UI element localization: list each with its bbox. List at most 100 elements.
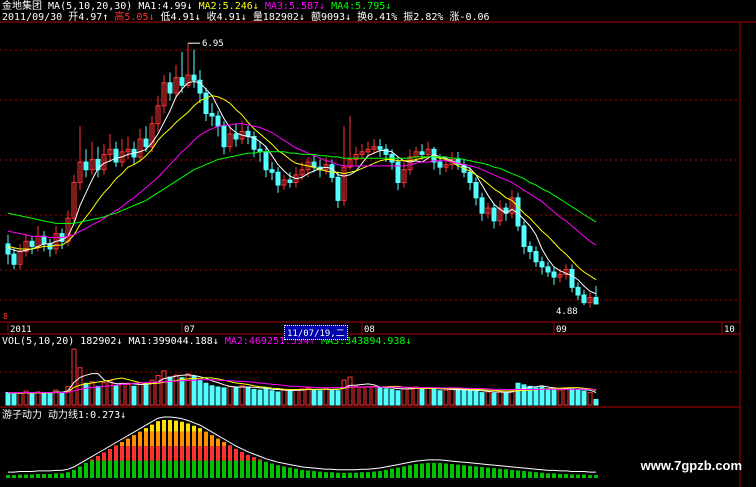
volume-bar xyxy=(329,389,335,406)
volume-bar xyxy=(107,380,113,406)
quote-turnover: 换0.41% xyxy=(357,12,398,23)
indicator-bar xyxy=(576,474,580,478)
indicator-bar xyxy=(114,460,118,478)
volume-bar xyxy=(407,387,413,406)
indicator-bar xyxy=(96,455,100,461)
indicator-bar xyxy=(252,460,256,478)
indicator-bar xyxy=(144,460,148,478)
x-tick-label: 09 xyxy=(556,325,567,335)
indicator-bar xyxy=(114,445,118,447)
indicator-bar xyxy=(498,468,502,478)
volume-bar xyxy=(275,391,281,406)
candle-body xyxy=(215,115,221,127)
ma1-value: MA1:4.99↓ xyxy=(138,1,193,12)
volume-bar xyxy=(131,385,137,406)
indicator-bar xyxy=(102,452,106,461)
indicator-bar xyxy=(408,465,412,478)
volume-bar xyxy=(293,388,299,406)
indicator-bar xyxy=(168,420,172,432)
indicator-bar xyxy=(204,460,208,478)
selected-date-label[interactable]: 11/07/19,二 xyxy=(284,325,348,340)
volume-bar xyxy=(365,386,371,406)
candle-body xyxy=(329,164,335,178)
indicator-bar xyxy=(138,446,142,461)
indicator-bar xyxy=(108,460,112,478)
indicator-bar xyxy=(162,446,166,461)
volume-bar xyxy=(269,390,275,406)
volume-bar xyxy=(161,370,167,406)
ma2-value: MA2:5.246↓ xyxy=(198,1,259,12)
indicator-bar xyxy=(240,451,244,461)
indicator-bar xyxy=(180,460,184,478)
indicator-bar xyxy=(534,472,538,478)
candle-body xyxy=(221,125,227,148)
quote-high: 高5.05↓ xyxy=(114,12,155,23)
indicator-bar xyxy=(486,467,490,478)
volume-bar xyxy=(473,390,479,406)
indicator-bar xyxy=(186,446,190,461)
indicator-bar xyxy=(528,471,532,478)
indicator-bar xyxy=(594,475,598,478)
candle-body xyxy=(275,171,281,186)
indicator-bar xyxy=(318,471,322,478)
quote-amplitude: 振2.82% xyxy=(403,12,444,23)
indicator-bar xyxy=(132,435,136,447)
volume-bar xyxy=(587,392,593,406)
volume-bar xyxy=(383,388,389,406)
indicator-bar xyxy=(144,428,148,432)
indicator-bar xyxy=(144,431,148,447)
quote-date: 2011/09/30 xyxy=(2,12,63,23)
volume-bar xyxy=(137,382,143,406)
volume-bar xyxy=(425,387,431,406)
volume-bar xyxy=(485,391,491,406)
indicator-bar xyxy=(168,446,172,461)
volume-bar xyxy=(11,393,17,406)
volume-bar xyxy=(413,386,419,406)
indicator-bar xyxy=(162,460,166,478)
candle-body xyxy=(473,182,479,199)
volume-bar xyxy=(551,388,557,406)
volume-bar xyxy=(5,392,11,406)
indicator-bar xyxy=(294,468,298,478)
indicator-bar xyxy=(450,464,454,478)
indicator-bar xyxy=(474,466,478,478)
indicator-bar xyxy=(72,469,76,478)
candle-body xyxy=(593,297,599,305)
volume-bar xyxy=(83,382,89,406)
candle-body xyxy=(263,151,269,171)
indicator-bar xyxy=(180,446,184,461)
indicator-bar xyxy=(360,472,364,478)
indicator-bar xyxy=(162,420,166,432)
volume-bar xyxy=(509,390,515,406)
candle-body xyxy=(545,266,551,273)
indicator-name: 游子动力 xyxy=(2,410,42,421)
indicator-bar xyxy=(288,467,292,478)
quote-open: 开4.97↑ xyxy=(68,12,109,23)
candle-body xyxy=(41,235,47,245)
volume-bar xyxy=(389,388,395,406)
indicator-bar xyxy=(192,431,196,447)
volume-bar xyxy=(77,367,83,406)
quote-change: 涨-0.06 xyxy=(449,12,490,23)
indicator-bar xyxy=(258,460,262,478)
x-tick-label: 07 xyxy=(184,325,195,335)
vol-label: VOL(5,10,20) xyxy=(2,336,75,347)
volume-bar xyxy=(155,375,161,406)
indicator-bar xyxy=(444,463,448,478)
volume-bar xyxy=(233,387,239,406)
indicator-bar xyxy=(90,460,94,478)
volume-bar xyxy=(503,392,509,406)
volume-bar xyxy=(203,382,209,406)
volume-bar xyxy=(59,392,65,406)
indicator-bar xyxy=(456,464,460,478)
volume-bar xyxy=(257,389,263,406)
indicator-bar xyxy=(246,454,250,461)
candle-body xyxy=(419,151,425,155)
volume-bar xyxy=(227,385,233,406)
indicator-bar xyxy=(234,449,238,461)
volume-bar xyxy=(581,390,587,406)
indicator-bar xyxy=(138,460,142,478)
x-tick-label: 2011 xyxy=(10,325,32,335)
candle-body xyxy=(83,161,89,171)
volume-bar xyxy=(209,385,215,406)
